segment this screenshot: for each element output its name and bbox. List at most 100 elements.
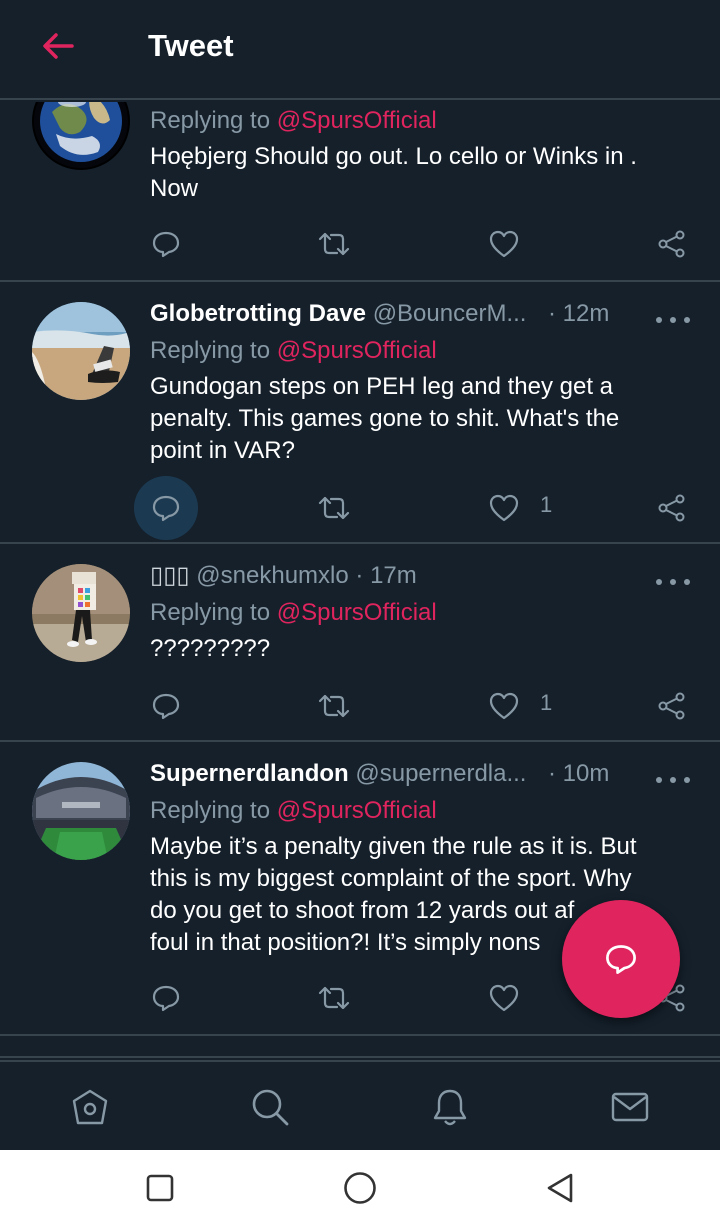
replying-to-label: Replying to (150, 337, 271, 364)
display-name[interactable]: Globetrotting Dave (150, 300, 366, 327)
reply-context: Replying to @SpursOfficial (150, 335, 437, 367)
avatar[interactable] (32, 564, 130, 662)
more-dot-icon (670, 777, 676, 783)
share-button[interactable] (640, 674, 704, 738)
share-button[interactable] (640, 476, 704, 540)
tweet-time: · 12m (548, 300, 610, 327)
tweet-author-row: Globetrotting Dave @BouncerM... (150, 298, 526, 330)
tweet[interactable]: Globetrotting Dave @BouncerM... · 12m Re… (0, 282, 720, 544)
like-count: 1 (540, 690, 553, 715)
more-dot-icon (684, 777, 690, 783)
more-dot-icon (656, 317, 662, 323)
avatar[interactable] (32, 762, 130, 860)
more-dot-icon (684, 579, 690, 585)
tweet-text-line: penalty. This games gone to shit. What's… (150, 405, 620, 432)
tweet-time: · 17m (355, 562, 417, 589)
tweet[interactable]: Replying to @SpursOfficial Hoębjerg Shou… (0, 102, 720, 282)
tweet-text: ????????? (150, 633, 690, 665)
home-circle-icon (344, 1172, 376, 1204)
retweet-button[interactable] (302, 966, 366, 1030)
tweet-text-line: point in VAR? (150, 437, 295, 464)
system-navigation-bar (0, 1150, 720, 1225)
compose-reply-button[interactable] (562, 900, 680, 1018)
retweet-button[interactable] (302, 212, 366, 276)
home-system-button[interactable] (340, 1168, 380, 1208)
display-name[interactable]: ▯▯▯ (150, 562, 190, 589)
user-handle[interactable]: @supernerdla... (355, 760, 526, 787)
more-options-button[interactable] (656, 310, 690, 330)
replying-to-label: Replying to (150, 107, 271, 134)
tab-notifications[interactable] (425, 1082, 475, 1132)
reply-icon (152, 231, 180, 258)
tweet-author-row: Supernerdlandon @supernerdla... (150, 758, 526, 790)
tweet[interactable]: ▯▯▯ @snekhumxlo · 17m Replying to @Spurs… (0, 544, 720, 742)
more-options-button[interactable] (656, 572, 690, 592)
top-app-bar: Tweet (0, 0, 720, 100)
like-button[interactable] (472, 476, 536, 540)
search-icon (252, 1089, 289, 1126)
user-handle[interactable]: @snekhumxlo (196, 562, 348, 589)
tweet-text-line: Maybe it’s a penalty given the rule as i… (150, 833, 637, 860)
tweet-text: Gundogan steps on PEH leg and they get a… (150, 371, 690, 467)
reply-icon (152, 495, 180, 522)
tab-search[interactable] (245, 1082, 295, 1132)
reply-button[interactable] (134, 212, 198, 276)
user-handle[interactable]: @BouncerM... (373, 300, 527, 327)
reply-button[interactable] (134, 966, 198, 1030)
tweet-author-row: ▯▯▯ @snekhumxlo · 17m (150, 560, 417, 592)
like-button[interactable] (472, 966, 536, 1030)
like-count: 1 (540, 492, 553, 517)
bell-icon (433, 1089, 467, 1126)
tweet-text-line: ????????? (150, 635, 271, 662)
more-options-button[interactable] (656, 770, 690, 790)
tweet-text-line: Now (150, 175, 199, 202)
retweet-button[interactable] (302, 674, 366, 738)
reply-context: Replying to @SpursOfficial (150, 105, 437, 137)
mention-link[interactable]: @SpursOfficial (277, 107, 437, 134)
heart-icon (489, 230, 519, 258)
tweet-divider (0, 1036, 720, 1058)
like-button[interactable] (472, 674, 536, 738)
replying-to-label: Replying to (150, 599, 271, 626)
avatar[interactable] (32, 102, 130, 170)
more-dot-icon (656, 579, 662, 585)
display-name[interactable]: Supernerdlandon (150, 760, 349, 787)
tweet-text: Hoębjerg Should go out. Lo cello or Wink… (150, 141, 690, 205)
avatar[interactable] (32, 302, 130, 400)
tweet-text-line: Gundogan steps on PEH leg and they get a (150, 373, 613, 400)
retweet-button[interactable] (302, 476, 366, 540)
reply-button[interactable] (134, 674, 198, 738)
tweet-actions: 1 (0, 476, 720, 540)
tweet-actions (0, 212, 720, 276)
tab-home[interactable] (65, 1082, 115, 1132)
tab-messages[interactable] (605, 1082, 655, 1132)
reply-icon (152, 693, 180, 720)
more-dot-icon (656, 777, 662, 783)
tweet-text-line: Hoębjerg Should go out. Lo cello or Wink… (150, 143, 637, 170)
like-button[interactable] (472, 212, 536, 276)
mention-link[interactable]: @SpursOfficial (277, 337, 437, 364)
tweet-actions: 1 (0, 674, 720, 738)
share-button[interactable] (640, 212, 704, 276)
back-system-button[interactable] (540, 1168, 580, 1208)
replying-to-label: Replying to (150, 797, 271, 824)
back-triangle-icon (547, 1173, 573, 1203)
back-button[interactable] (36, 26, 80, 66)
reply-context: Replying to @SpursOfficial (150, 795, 437, 827)
retweet-icon (318, 496, 350, 520)
reply-button[interactable] (134, 476, 198, 540)
home-icon (72, 1089, 108, 1125)
share-icon (658, 692, 685, 720)
recents-button[interactable] (140, 1168, 180, 1208)
tweet-time: · 10m (548, 760, 610, 787)
mention-link[interactable]: @SpursOfficial (277, 599, 437, 626)
heart-icon (489, 494, 519, 522)
reply-bubble-icon (606, 945, 636, 974)
share-icon (658, 494, 685, 522)
reply-icon (152, 985, 180, 1012)
reply-context: Replying to @SpursOfficial (150, 597, 437, 629)
more-dot-icon (670, 579, 676, 585)
retweet-icon (318, 986, 350, 1010)
tweet-text-line: this is my biggest complaint of the spor… (150, 865, 632, 892)
mention-link[interactable]: @SpursOfficial (277, 797, 437, 824)
